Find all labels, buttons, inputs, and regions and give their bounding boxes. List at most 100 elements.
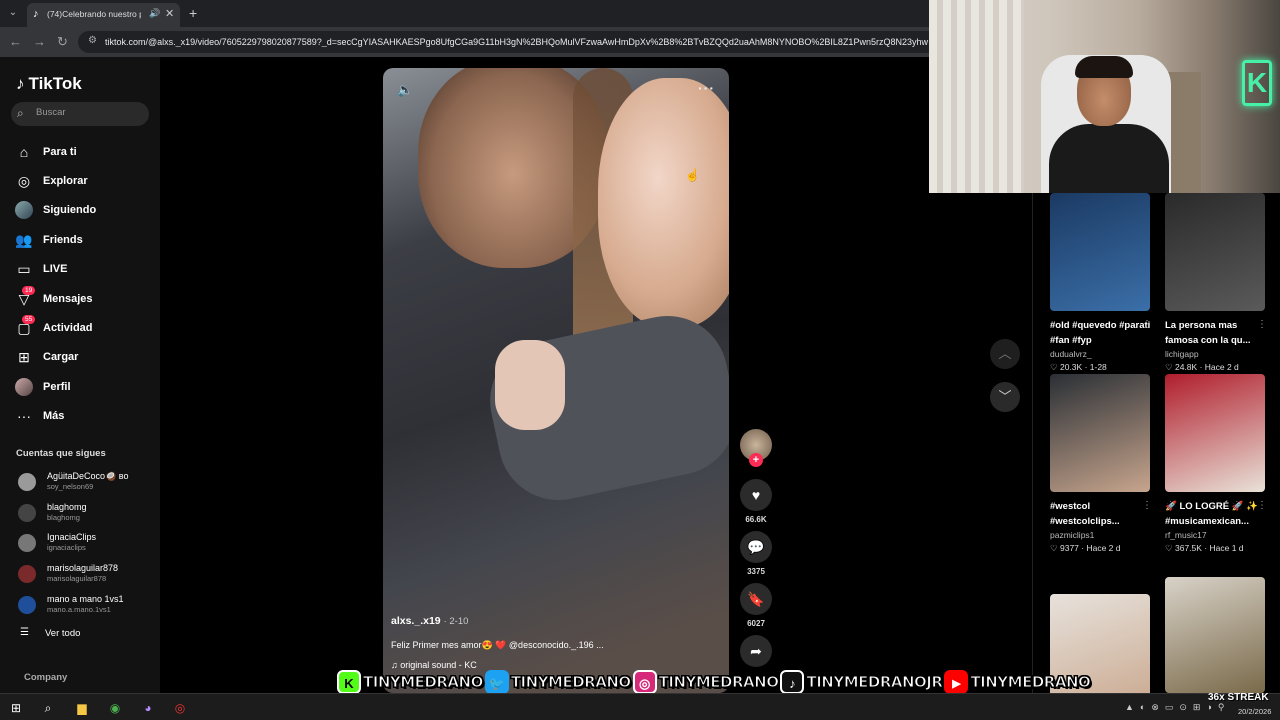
nav-label: Explorar — [43, 175, 88, 188]
following-item[interactable]: AgüitaDeCoco🥥 ʙᴏ soy_nelson69 — [0, 467, 160, 498]
search-icon[interactable]: ⌕ — [38, 698, 58, 718]
following-list: AgüitaDeCoco🥥 ʙᴏ soy_nelson69 blaghomg b… — [0, 467, 160, 620]
recommendation-author[interactable]: pazmiclips1 — [1050, 530, 1162, 540]
social-instagram: ◎ TINYMEDRANO — [632, 670, 779, 694]
company-link[interactable]: Company — [24, 672, 67, 683]
save-button[interactable]: 🔖 6027 — [740, 583, 772, 628]
taskbar-date[interactable]: 20/2/2026 — [1238, 707, 1271, 716]
nav-item-mas[interactable]: ··· Más — [0, 402, 160, 431]
browser-tab-active[interactable]: ♪ (74)Celebrando nuestro pri... 🔊 ✕ — [27, 3, 180, 27]
account-name: blaghomg — [47, 501, 87, 512]
profile-avatar-icon — [15, 377, 33, 396]
live-icon: ▭ — [17, 261, 31, 278]
nav-item-actividad[interactable]: ▢ 55 Actividad — [0, 313, 160, 342]
recommendation-card[interactable]: ⋮ La persona mas famosa con la qu... lic… — [1165, 193, 1277, 373]
file-explorer-icon[interactable]: ▆ — [72, 698, 92, 718]
tiktok-logo[interactable]: ♪ TikTok — [16, 73, 82, 95]
video-frame-person — [598, 78, 729, 328]
nav-item-para-ti[interactable]: ⌂ Para ti — [0, 137, 160, 166]
home-icon: ⌂ — [19, 143, 29, 160]
nav-item-mensajes[interactable]: ▽ 19 Mensajes — [0, 284, 160, 313]
upload-icon: ⊞ — [18, 349, 30, 366]
video-caption[interactable]: Feliz Primer mes amor😍 ❤️ @desconocido._… — [391, 640, 604, 651]
recommendation-author[interactable]: rf_music17 — [1165, 530, 1277, 540]
video-thumbnail[interactable] — [1165, 374, 1265, 492]
discord-icon[interactable]: ◕ — [138, 698, 158, 718]
recommendation-author[interactable]: dudualvrz_ — [1050, 349, 1162, 359]
recommendation-card[interactable]: ⋮ 🚀 LO LOGRÉ 🚀 ✨ #musicamexican... rf_mu… — [1165, 374, 1277, 554]
more-options-icon[interactable]: ··· — [698, 80, 715, 96]
social-tiktok: ♪ TINYMEDRANOJR — [780, 670, 943, 694]
windows-taskbar: ⊞ ⌕ ▆ ◉ ◕ ◎ ▲◐⊗▭⊙⊞◑⚲ — [0, 693, 1280, 720]
following-section-title: Cuentas que sigues — [16, 448, 106, 459]
account-name: IgnaciaClips — [47, 532, 97, 543]
following-item[interactable]: IgnaciaClips ignaciaclips — [0, 528, 160, 559]
follow-plus-icon[interactable]: + — [749, 453, 763, 467]
share-button[interactable]: ➦ — [740, 635, 772, 667]
volume-icon[interactable]: 🔈 — [397, 82, 413, 98]
more-options-icon[interactable]: ⋮ — [1257, 500, 1267, 511]
tiktok-note-icon: ♪ — [16, 74, 25, 93]
video-thumbnail[interactable] — [1050, 193, 1150, 311]
like-button[interactable]: ♥ 66.6K — [740, 479, 772, 524]
following-item[interactable]: mano a mano 1vs1 mano.a.mano.1vs1 — [0, 590, 160, 621]
close-tab-icon[interactable]: ✕ — [165, 7, 174, 20]
nav-label: Siguiendo — [43, 204, 97, 217]
nav-label: Más — [43, 410, 65, 423]
following-item[interactable]: marisolaguilar878 marisolaguilar878 — [0, 559, 160, 590]
streak-counter: 36x STREAK — [1208, 692, 1269, 703]
obs-icon[interactable]: ◎ — [170, 698, 190, 718]
account-handle: ignaciaclips — [47, 543, 86, 553]
more-options-icon[interactable]: ⋮ — [1142, 319, 1152, 330]
windows-start-icon[interactable]: ⊞ — [6, 698, 26, 718]
url-text[interactable]: tiktok.com/@alxs._x19/video/760522979802… — [105, 37, 935, 47]
nav-item-explorar[interactable]: ◎ Explorar — [0, 166, 160, 195]
more-options-icon[interactable]: ⋮ — [1142, 500, 1152, 511]
recommendation-card[interactable] — [1165, 577, 1277, 693]
video-author-line[interactable]: alxs._.x19 · 2-10 — [391, 615, 468, 627]
next-video-button[interactable]: ﹀ — [990, 382, 1020, 412]
search-input[interactable] — [36, 107, 141, 118]
reload-icon[interactable]: ↻ — [57, 34, 68, 50]
see-all-button[interactable]: ☰ Ver todo — [0, 624, 160, 644]
youtube-icon: ▶ — [944, 670, 969, 694]
nav-item-siguiendo[interactable]: Siguiendo — [0, 196, 160, 225]
recommendation-author[interactable]: lichigapp — [1165, 349, 1277, 359]
forward-arrow-icon[interactable]: → — [33, 34, 46, 49]
more-options-icon[interactable]: ⋮ — [1257, 319, 1267, 330]
new-tab-icon[interactable]: + — [189, 5, 197, 21]
site-info-icon[interactable]: ⚙ — [88, 35, 97, 46]
nav-item-friends[interactable]: 👥 Friends — [0, 225, 160, 254]
back-arrow-icon[interactable]: ← — [9, 34, 22, 49]
video-thumbnail[interactable] — [1165, 193, 1265, 311]
neon-k-logo-icon: K — [1242, 60, 1272, 106]
friends-icon: 👥 — [15, 231, 33, 248]
brand-name: TikTok — [28, 74, 82, 93]
like-count: 66.6K — [745, 515, 767, 524]
video-thumbnail[interactable] — [1050, 374, 1150, 492]
mouse-cursor-icon: ☝ — [685, 168, 700, 182]
system-tray-icons[interactable]: ▲◐⊗▭⊙⊞◑⚲ — [1125, 702, 1231, 713]
recommendation-card[interactable]: ⋮ #westcol #westcolclips... pazmiclips1 … — [1050, 374, 1162, 554]
recommendation-card[interactable]: ⋮ #old #quevedo #parati #fan #fyp dudual… — [1050, 193, 1162, 373]
recommendation-caption: #westcol #westcolclips... — [1050, 501, 1120, 527]
nav-item-perfil[interactable]: Perfil — [0, 372, 160, 401]
chrome-icon[interactable]: ◉ — [105, 698, 125, 718]
video-author[interactable]: alxs._.x19 — [391, 615, 441, 627]
search-box[interactable]: ⌕ — [11, 102, 149, 126]
nav-label: Perfil — [43, 380, 71, 393]
following-item[interactable]: blaghomg blaghomg — [0, 498, 160, 529]
nav-item-cargar[interactable]: ⊞ Cargar — [0, 343, 160, 372]
social-handle: TINYMEDRANO — [970, 673, 1091, 692]
speaker-icon[interactable]: 🔊 — [149, 8, 160, 19]
video-thumbnail[interactable] — [1165, 577, 1265, 693]
recommendation-caption: 🚀 LO LOGRÉ 🚀 ✨ #musicamexican... — [1165, 501, 1259, 527]
account-handle: blaghomg — [47, 512, 80, 522]
compass-icon: ◎ — [17, 173, 31, 190]
address-bar[interactable]: ⚙ tiktok.com/@alxs._x19/video/7605229798… — [78, 31, 938, 53]
previous-video-button[interactable]: ︿ — [990, 339, 1020, 369]
tab-search-icon[interactable]: ⌄ — [4, 5, 22, 21]
nav-item-live[interactable]: ▭ LIVE — [0, 255, 160, 284]
comment-button[interactable]: 💬 3375 — [740, 531, 772, 576]
video-player[interactable]: 🔈 ··· ☝ alxs._.x19 · 2-10 Feliz Primer m… — [383, 68, 729, 693]
